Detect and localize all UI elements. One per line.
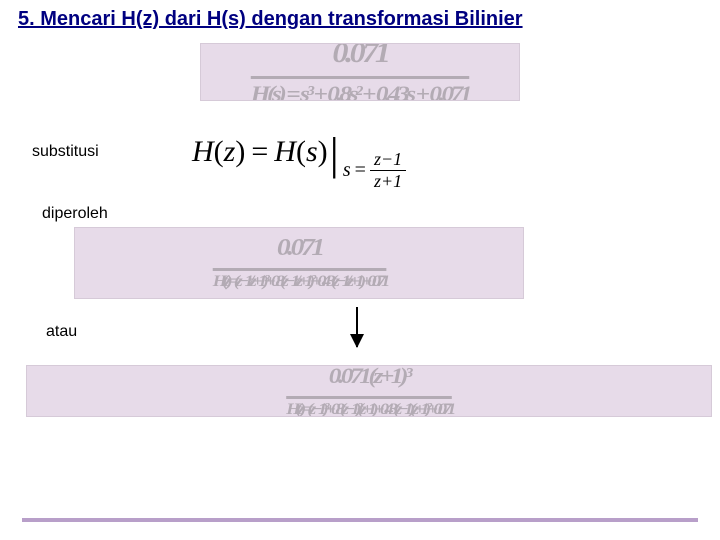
rhs-arg: s (306, 135, 318, 169)
equation-hs-box: 0.071 H(s) = s³ + 0.8s² + 0.43s + 0.071 (200, 43, 520, 101)
substitution-subscript: s = z−1 z+1 (343, 149, 406, 191)
lhs-arg: z (224, 135, 236, 169)
substitution-equation: H (z) = H (s) | s = z−1 z+1 (192, 129, 406, 175)
eq1-numer: 0.071 (251, 43, 469, 70)
label-diperoleh: diperoleh (42, 205, 702, 223)
eq2-numer: 0.071 (212, 235, 385, 262)
sub-var: s (343, 159, 351, 181)
footer-rule (22, 518, 698, 522)
equation-hz1-box: 0.071 H(z) = (z−1/z+1)³ + 0.8(z−1/z+1)² … (74, 227, 524, 299)
substitution-row: substitusi H (z) = H (s) | s = z−1 z+1 (18, 129, 702, 175)
rhs-fn: H (274, 135, 296, 169)
sub-frac-num: z−1 (370, 149, 406, 171)
down-arrow-icon (356, 307, 358, 347)
sub-eq: = (355, 159, 366, 182)
sub-fraction: z−1 z+1 (370, 149, 406, 191)
sub-frac-den: z+1 (370, 171, 406, 192)
eq1-denom: H(s) = s³ + 0.8s² + 0.43s + 0.071 (251, 76, 469, 102)
label-substitusi: substitusi (18, 143, 142, 161)
evaluation-bar: | (330, 131, 339, 177)
slide-title: 5. Mencari H(z) dari H(s) dengan transfo… (18, 8, 702, 31)
slide: 5. Mencari H(z) dari H(s) dengan transfo… (0, 0, 720, 540)
lhs-fn: H (192, 135, 214, 169)
eq3-numer: 0.071(z+1)³ (286, 365, 452, 389)
eq3-denom: H(z) = (z−1)³ + 0.8(z−1)²(z+1) + 0.43(z−… (286, 396, 452, 417)
eq2-denom: H(z) = (z−1/z+1)³ + 0.8(z−1/z+1)² + 0.43… (212, 268, 385, 291)
label-atau: atau (46, 323, 77, 341)
equation-hz2-box: 0.071(z+1)³ H(z) = (z−1)³ + 0.8(z−1)²(z+… (26, 365, 712, 417)
